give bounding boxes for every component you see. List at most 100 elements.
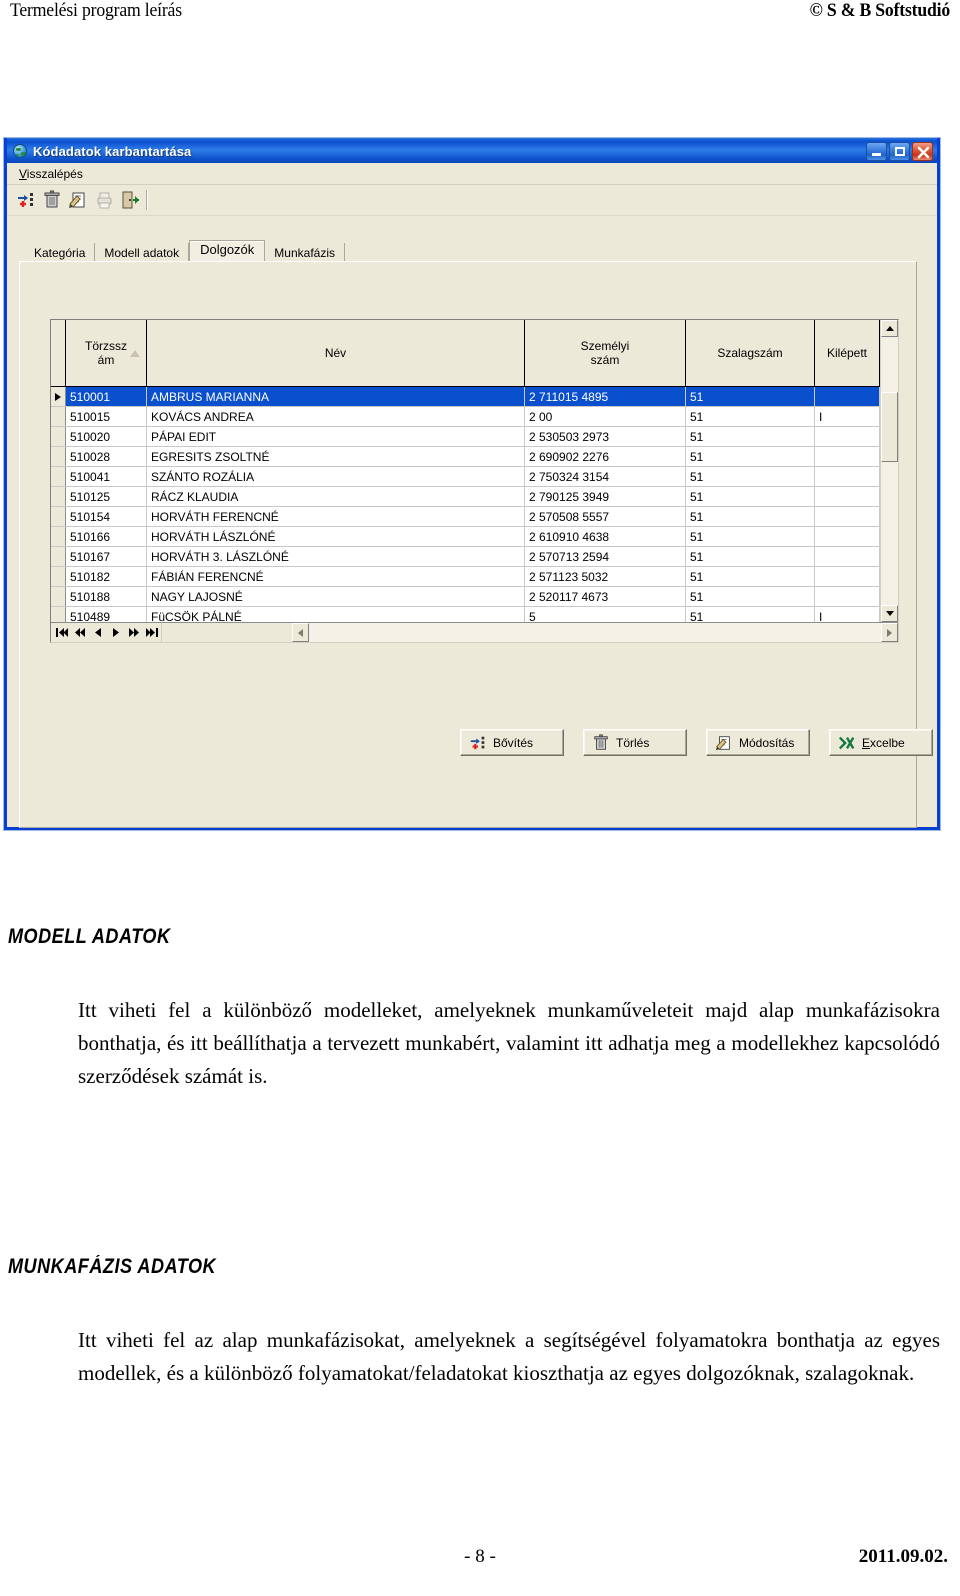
table-row[interactable]: 510020 PÁPAI EDIT 2 530503 2973 51 [51,426,880,447]
cell-nev[interactable]: EGRESITS ZSOLTNÉ [146,446,525,467]
cell-torzsszam[interactable]: 510182 [65,566,147,587]
cell-kilepett[interactable] [814,546,880,567]
nav-next-button[interactable] [107,627,125,638]
cell-kilepett[interactable]: I [814,406,880,427]
table-row[interactable]: 510167 HORVÁTH 3. LÁSZLÓNÉ 2 570713 2594 51 [51,546,880,567]
table-row[interactable]: 510166 HORVÁTH LÁSZLÓNÉ 2 610910 4638 51 [51,526,880,547]
row-indicator[interactable] [51,526,66,547]
cell-szalagszam[interactable]: 51 [685,446,815,467]
cell-szemelyi-szam[interactable]: 2 610910 4638 [524,526,686,547]
cell-szalagszam[interactable]: 51 [685,406,815,427]
cell-kilepett[interactable] [814,386,880,407]
cell-szemelyi-szam[interactable]: 2 711015 4895 [524,386,686,407]
cell-nev[interactable]: HORVÁTH 3. LÁSZLÓNÉ [146,546,525,567]
close-button[interactable] [912,141,933,161]
row-indicator[interactable] [51,406,66,427]
hscroll-left-button[interactable] [292,623,309,642]
cell-nev[interactable]: AMBRUS MARIANNA [146,386,525,407]
menu-item-visszalepes[interactable]: Visszalépés [15,166,87,182]
tab-modell-adatok[interactable]: Modell adatok [95,243,190,263]
cell-szalagszam[interactable]: 51 [685,586,815,607]
minimize-button[interactable] [866,141,887,161]
cell-szemelyi-szam[interactable]: 2 00 [524,406,686,427]
vertical-scroll-thumb[interactable] [881,392,898,462]
scroll-down-button[interactable] [881,605,898,622]
cell-szalagszam[interactable]: 51 [685,486,815,507]
cell-torzsszam[interactable]: 510188 [65,586,147,607]
cell-torzsszam[interactable]: 510489 [65,606,147,622]
row-indicator[interactable] [51,426,66,447]
cell-kilepett[interactable] [814,466,880,487]
table-row[interactable]: 510041 SZÁNTO ROZÁLIA 2 750324 3154 51 [51,466,880,487]
table-row[interactable]: 510028 EGRESITS ZSOLTNÉ 2 690902 2276 51 [51,446,880,467]
row-indicator[interactable] [51,446,66,467]
add-record-icon[interactable] [13,188,38,212]
cell-nev[interactable]: RÁCZ KLAUDIA [146,486,525,507]
cell-torzsszam[interactable]: 510125 [65,486,147,507]
tab-kategoria[interactable]: Kategória [25,243,96,263]
maximize-button[interactable] [889,141,910,161]
cell-kilepett[interactable] [814,526,880,547]
cell-nev[interactable]: SZÁNTO ROZÁLIA [146,466,525,487]
cell-kilepett[interactable] [814,426,880,447]
cell-szalagszam[interactable]: 51 [685,506,815,527]
cell-szalagszam[interactable]: 51 [685,466,815,487]
cell-nev[interactable]: FÁBIÁN FERENCNÉ [146,566,525,587]
cell-torzsszam[interactable]: 510154 [65,506,147,527]
column-header-nev[interactable]: Név [146,320,525,387]
nav-next-page-button[interactable] [125,627,143,638]
cell-kilepett[interactable] [814,566,880,587]
excel-button[interactable]: Excelbe [829,729,933,756]
table-row[interactable]: 510182 FÁBIÁN FERENCNÉ 2 571123 5032 51 [51,566,880,587]
table-row[interactable]: 510001 AMBRUS MARIANNA 2 711015 4895 51 [51,386,880,407]
hscroll-right-button[interactable] [881,623,898,642]
row-indicator[interactable] [51,506,66,527]
cell-szalagszam[interactable]: 51 [685,566,815,587]
cell-nev[interactable]: KOVÁCS ANDREA [146,406,525,427]
print-icon[interactable] [91,188,116,212]
cell-nev[interactable]: HORVÁTH LÁSZLÓNÉ [146,526,525,547]
cell-torzsszam[interactable]: 510020 [65,426,147,447]
nav-prev-button[interactable] [89,627,107,638]
cell-torzsszam[interactable]: 510167 [65,546,147,567]
row-indicator[interactable] [51,486,66,507]
cell-kilepett[interactable] [814,506,880,527]
row-indicator[interactable] [51,606,66,622]
cell-torzsszam[interactable]: 510015 [65,406,147,427]
cell-szemelyi-szam[interactable]: 2 750324 3154 [524,466,686,487]
row-indicator[interactable] [51,546,66,567]
cell-kilepett[interactable] [814,586,880,607]
cell-nev[interactable]: NAGY LAJOSNÉ [146,586,525,607]
add-button[interactable]: Bővítés [460,729,564,756]
column-header-szemelyi-szam[interactable]: Személyi szám [524,320,686,387]
cell-szalagszam[interactable]: 51 [685,546,815,567]
cell-szemelyi-szam[interactable]: 2 570713 2594 [524,546,686,567]
exit-icon[interactable] [117,188,142,212]
cell-szalagszam[interactable]: 51 [685,386,815,407]
cell-nev[interactable]: HORVÁTH FERENCNÉ [146,506,525,527]
column-header-kilepett[interactable]: Kilépett [814,320,880,387]
modify-button[interactable]: Módosítás [706,729,810,756]
tab-dolgozok[interactable]: Dolgozók [189,240,266,261]
cell-szemelyi-szam[interactable]: 2 790125 3949 [524,486,686,507]
nav-last-button[interactable] [143,627,161,638]
edit-record-icon[interactable] [65,188,90,212]
delete-record-icon[interactable] [39,188,64,212]
row-indicator[interactable] [51,466,66,487]
cell-szemelyi-szam[interactable]: 5 [524,606,686,622]
horizontal-scroll-track[interactable] [309,623,881,642]
delete-button[interactable]: Törlés [583,729,687,756]
tab-munkafazis[interactable]: Munkafázis [265,243,345,263]
cell-szalagszam[interactable]: 51 [685,606,815,622]
cell-szalagszam[interactable]: 51 [685,526,815,547]
cell-torzsszam[interactable]: 510028 [65,446,147,467]
cell-szemelyi-szam[interactable]: 2 520117 4673 [524,586,686,607]
vertical-scroll-track[interactable] [881,337,898,605]
table-row[interactable]: 510188 NAGY LAJOSNÉ 2 520117 4673 51 [51,586,880,607]
nav-first-button[interactable] [53,627,71,638]
table-row[interactable]: 510015 KOVÁCS ANDREA 2 00 51 I [51,406,880,427]
current-row-indicator[interactable] [51,386,66,407]
cell-torzsszam[interactable]: 510041 [65,466,147,487]
row-indicator[interactable] [51,586,66,607]
cell-kilepett[interactable] [814,446,880,467]
